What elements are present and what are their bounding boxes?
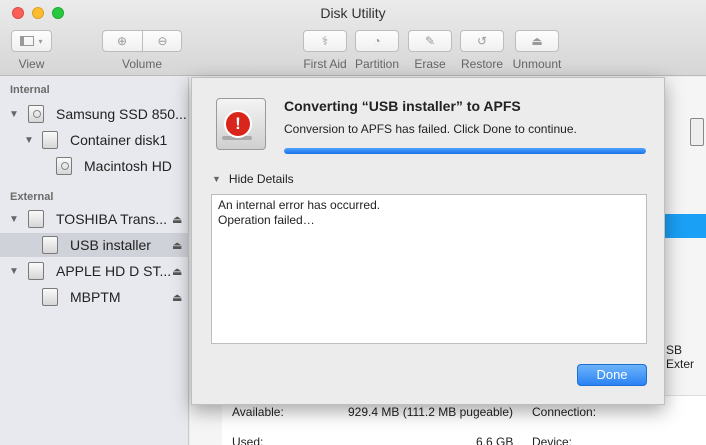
container-disk-icon (42, 131, 58, 149)
add-volume-icon: ⊕ (116, 34, 128, 48)
connection-type-text: SB Exter (666, 343, 695, 371)
partition-icon: ◔ (373, 34, 381, 48)
unmount-label: Unmount (512, 57, 562, 71)
volume-label: Volume (121, 57, 163, 71)
sidebar-item-macintosh-hd[interactable]: Macintosh HD (0, 154, 189, 178)
first-aid-button[interactable]: ⚕ (303, 30, 347, 52)
connection-label: Connection: (532, 405, 597, 419)
eject-icon[interactable]: ⏏ (172, 265, 182, 278)
sidebar-item-usb-installer[interactable]: USB installer ⏏ (0, 233, 189, 257)
conversion-progress-bar (284, 148, 646, 154)
disclosure-triangle-icon[interactable]: ▼ (9, 266, 19, 277)
done-button[interactable]: Done (577, 364, 647, 386)
alert-icon: ! (224, 110, 252, 138)
volume-disk-icon (56, 157, 72, 175)
external-disk-icon (28, 262, 44, 280)
log-line: An internal error has occurred. (218, 198, 381, 212)
unmount-button[interactable]: ⏏ (515, 30, 559, 52)
erase-icon: ✎ (424, 34, 436, 48)
volume-disk-icon (42, 288, 58, 306)
chevron-down-icon: ▾ (38, 36, 43, 46)
hide-details-toggle[interactable]: ▼ Hide Details (212, 172, 294, 186)
restore-icon: ↺ (476, 34, 488, 48)
internal-disk-icon (28, 105, 44, 123)
external-disk-icon (28, 210, 44, 228)
disclosure-triangle-icon[interactable]: ▼ (24, 135, 34, 146)
disclosure-triangle-icon[interactable]: ▼ (9, 109, 19, 120)
sidebar-item-label: APPLE HD D ST... (56, 263, 172, 279)
view-button[interactable]: ▾ (11, 30, 52, 52)
remove-volume-button[interactable]: ⊖ (143, 30, 182, 52)
sidebar-item-apple-hd[interactable]: ▼ APPLE HD D ST... ⏏ (0, 259, 189, 283)
usage-bar (665, 214, 706, 238)
stethoscope-icon: ⚕ (321, 34, 329, 48)
progress-fill (284, 148, 646, 154)
device-label: Device: (532, 435, 573, 445)
sidebar-section-internal: Internal (10, 84, 50, 96)
first-aid-label: First Aid (303, 57, 347, 71)
volume-icon (690, 118, 704, 146)
erase-button[interactable]: ✎ (408, 30, 452, 52)
eject-icon[interactable]: ⏏ (172, 213, 182, 226)
eject-icon[interactable]: ⏏ (172, 291, 182, 304)
view-label: View (18, 57, 45, 71)
sidebar-item-label: USB installer (70, 237, 151, 253)
partition-button[interactable]: ◔ (355, 30, 399, 52)
used-value: 6.6 GB (476, 435, 514, 445)
used-label: Used: (232, 435, 264, 445)
sidebar-icon (20, 36, 35, 46)
sidebar-item-container-disk1[interactable]: ▼ Container disk1 (0, 128, 189, 152)
sidebar-item-label: Macintosh HD (84, 158, 172, 174)
sidebar: Internal ▼ Samsung SSD 850... ▼ Containe… (0, 77, 189, 445)
dialog-title: Converting “USB installer” to APFS (284, 98, 521, 114)
restore-label: Restore (460, 57, 504, 71)
sidebar-section-external: External (10, 191, 54, 203)
remove-volume-icon: ⊖ (157, 34, 168, 48)
sidebar-item-samsung-ssd[interactable]: ▼ Samsung SSD 850... (0, 102, 189, 126)
volume-disk-icon (42, 236, 58, 254)
add-volume-button[interactable]: ⊕ (102, 30, 142, 52)
sidebar-item-mbptm[interactable]: MBPTM ⏏ (0, 285, 189, 309)
sidebar-item-label: MBPTM (70, 289, 121, 305)
eject-icon[interactable]: ⏏ (172, 239, 182, 252)
partition-label: Partition (354, 57, 400, 71)
conversion-dialog: ! Converting “USB installer” to APFS Con… (191, 77, 665, 405)
sidebar-item-label: TOSHIBA Trans... (56, 211, 168, 227)
sidebar-item-toshiba[interactable]: ▼ TOSHIBA Trans... ⏏ (0, 207, 189, 231)
hide-details-label: Hide Details (228, 172, 294, 186)
unmount-icon: ⏏ (531, 34, 543, 48)
sidebar-item-label: Container disk1 (70, 132, 168, 148)
dialog-message: Conversion to APFS has failed. Click Don… (284, 122, 577, 136)
erase-label: Erase (414, 57, 446, 71)
disclosure-triangle-icon[interactable]: ▼ (212, 174, 221, 184)
log-line: Operation failed… (218, 213, 315, 227)
available-value: 929.4 MB (111.2 MB pugeable) (348, 405, 513, 419)
window-title: Disk Utility (320, 5, 386, 21)
disclosure-triangle-icon[interactable]: ▼ (9, 214, 19, 225)
sidebar-item-label: Samsung SSD 850... (56, 106, 187, 122)
window-toolbar: Disk Utility ▾ View ⊕ ⊖ Volume ⚕ First A… (0, 0, 706, 76)
available-label: Available: (232, 405, 284, 419)
details-log[interactable]: An internal error has occurred. Operatio… (211, 194, 647, 344)
restore-button[interactable]: ↺ (460, 30, 504, 52)
